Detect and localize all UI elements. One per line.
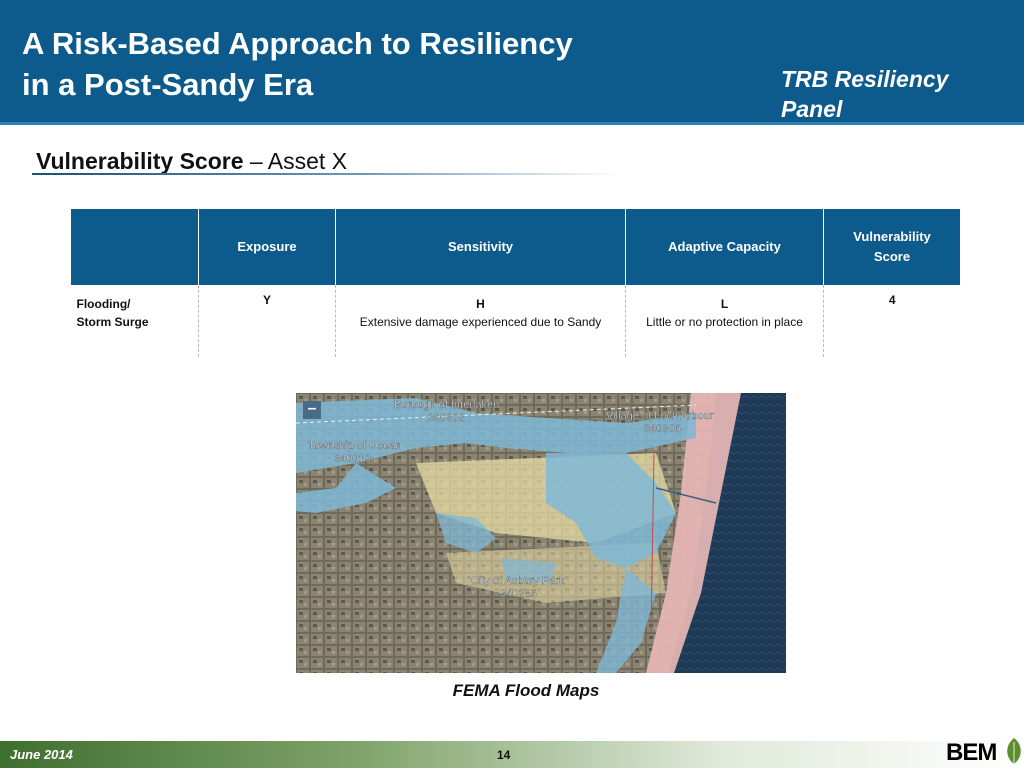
vulnerability-score-value: 4 [888,293,896,307]
bem-logo-mark: BEM [946,738,1021,766]
bem-logo-text: BEM [946,739,996,766]
sensitivity-level: H [476,297,485,311]
panel-title-line-1: TRB Resiliency [781,66,949,92]
map-label-asbury-park-code: 340285 [500,588,537,600]
panel-title: TRB Resiliency Panel [781,64,1011,124]
hazard-line-1: Flooding/ [76,297,131,311]
header-cell-vulnerability-score: Vulnerability Score [823,209,961,285]
subtitle-underline [32,173,622,175]
map-caption: FEMA Flood Maps [452,681,600,700]
exposure-cell: Y [198,285,336,357]
map-label-interlaken-code: 340302 [428,412,465,424]
header-vulnerability-line-2: Score [873,249,911,264]
subtitle-rest: – Asset X [243,148,348,174]
vulnerability-score-cell: 4 [823,285,961,357]
sensitivity-cell: H Extensive damage experienced due to Sa… [335,285,626,357]
panel-title-line-2: Panel [781,96,843,122]
map-label-ocean-township-code: 340019 [334,453,371,465]
adaptive-capacity-level: L [720,297,729,311]
exposure-value: Y [262,293,271,307]
slide-title-line-1: A Risk-Based Approach to Resiliency [22,26,573,61]
header-vulnerability-line-1: Vulnerability [853,229,931,244]
vulnerability-table: Exposure Sensitivity Adaptive Capacity V… [70,209,961,357]
hazard-cell: Flooding/ Storm Surge [71,285,199,357]
page-number: 14 [497,748,511,762]
slide-footer [0,741,1024,768]
header-cell-sensitivity: Sensitivity [335,209,626,285]
bem-logo: BEM [946,734,1024,766]
section-subtitle: Vulnerability Score – Asset X [36,148,347,175]
map-label-ocean-township-name: Township of Ocean [308,440,402,452]
footer-date: June 2014 [10,747,73,762]
map-label-loch-arbour-name: Village of Loch Arbour [606,410,714,422]
map-label-asbury-park-name: City of Asbury Park [471,575,565,587]
header-cell-adaptive-capacity: Adaptive Capacity [625,209,824,285]
header-cell-hazard [70,209,199,285]
map-label-interlaken-name: Borough of Interlaken [394,399,499,411]
hazard-line-2: Storm Surge [76,315,149,329]
header-cell-exposure: Exposure [198,209,336,285]
adaptive-capacity-cell: L Little or no protection in place [625,285,824,357]
map-label-loch-arbour-code: 340306 [644,423,681,435]
fema-flood-map: Borough of Interlaken 340302 Village of … [296,393,786,673]
table-row: Flooding/ Storm Surge Y H Extensive dama… [71,285,961,357]
sensitivity-note: Extensive damage experienced due to Sand… [359,315,602,329]
subtitle-strong: Vulnerability Score [36,148,244,174]
map-zoom-out-icon[interactable]: – [303,401,321,419]
table-header-row: Exposure Sensitivity Adaptive Capacity V… [70,209,961,285]
slide-title-line-2: in a Post-Sandy Era [22,67,314,102]
adaptive-capacity-note: Little or no protection in place [646,315,803,329]
flood-map-image: Borough of Interlaken 340302 Village of … [296,393,786,673]
